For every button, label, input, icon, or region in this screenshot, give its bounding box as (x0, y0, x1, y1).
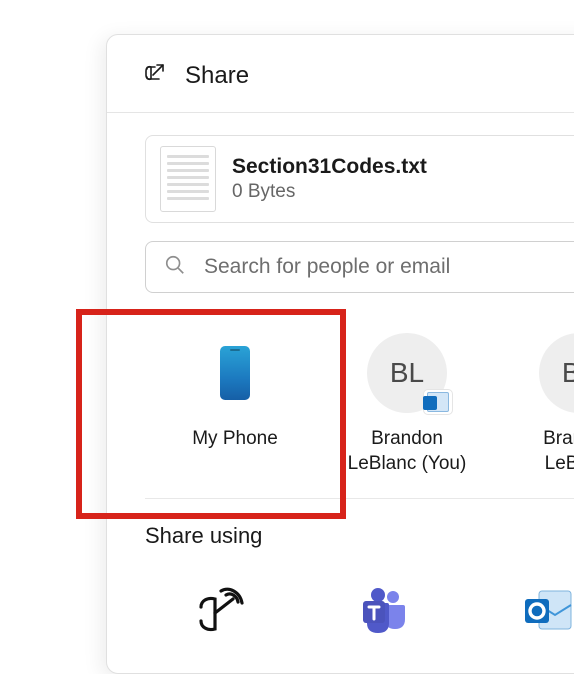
file-icon (160, 146, 216, 212)
target-contact[interactable]: BL Brandon LeBlanc (519, 333, 574, 476)
phone-icon (195, 333, 275, 413)
dialog-content: Section31Codes.txt 0 Bytes My Phone (107, 113, 574, 637)
app-outlook[interactable] (503, 583, 574, 637)
file-info: Section31Codes.txt 0 Bytes (232, 155, 427, 203)
share-using-heading: Share using (145, 523, 574, 549)
share-icon (143, 61, 167, 90)
target-label: My Phone (165, 427, 305, 452)
apps-row (145, 583, 574, 637)
search-icon (164, 254, 186, 281)
teams-icon (357, 583, 411, 637)
nearby-share-icon (193, 583, 247, 637)
dialog-header: Share (107, 35, 574, 113)
target-label: Brandon LeBlanc (You) (337, 427, 477, 476)
avatar: BL (367, 333, 447, 413)
avatar-initials: BL (390, 357, 424, 389)
dialog-title: Share (185, 62, 249, 90)
share-dialog: Share Section31Codes.txt 0 Bytes (106, 34, 574, 674)
target-label: Brandon LeBlanc (509, 427, 574, 476)
file-name: Section31Codes.txt (232, 155, 427, 179)
outlook-badge-icon (423, 389, 453, 415)
app-nearby-share[interactable] (175, 583, 265, 637)
file-card[interactable]: Section31Codes.txt 0 Bytes (145, 135, 574, 223)
app-teams[interactable] (339, 583, 429, 637)
target-contact-you[interactable]: BL Brandon LeBlanc (You) (347, 333, 467, 476)
search-input[interactable] (204, 255, 574, 279)
avatar: BL (539, 333, 574, 413)
avatar-initials: BL (562, 357, 574, 389)
share-targets-row: My Phone BL Brandon LeBlanc (You) BL (145, 333, 574, 499)
target-my-phone[interactable]: My Phone (175, 333, 295, 476)
outlook-icon (521, 583, 574, 637)
file-size: 0 Bytes (232, 181, 427, 203)
search-field[interactable] (145, 241, 574, 293)
